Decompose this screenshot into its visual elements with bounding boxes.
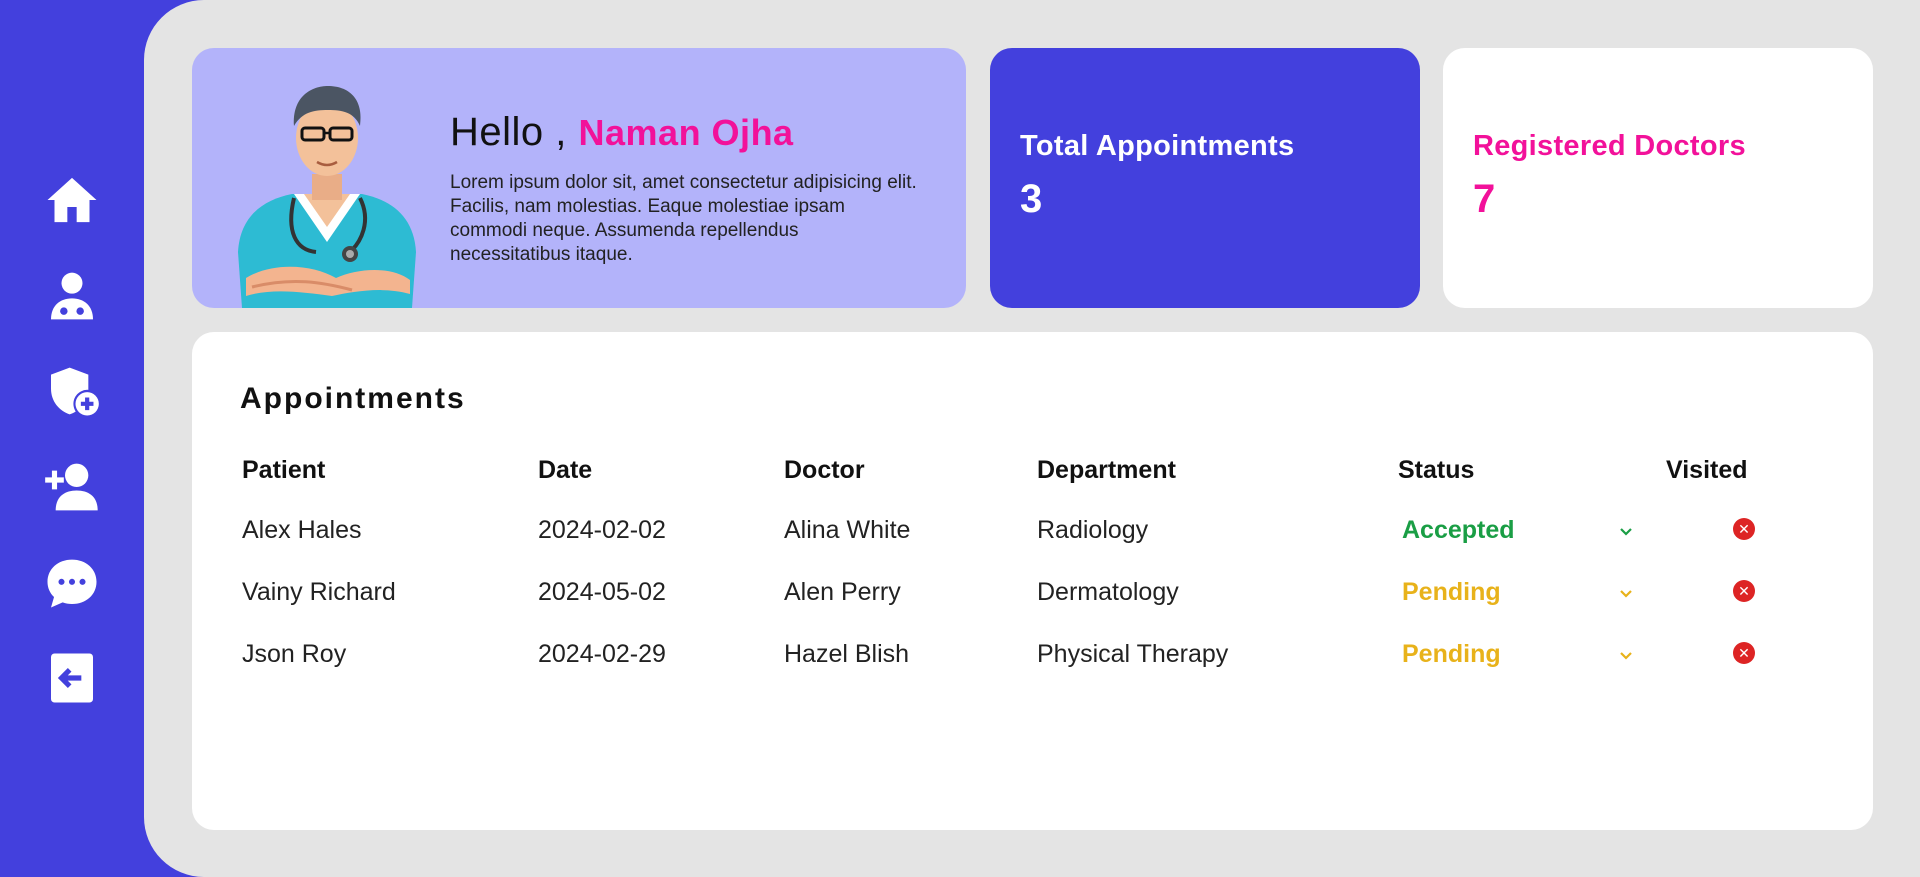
registered-doctors-label: Registered Doctors bbox=[1473, 130, 1746, 162]
doctor-name: Alen Perry bbox=[784, 578, 901, 606]
appointments-title: Appointments bbox=[240, 382, 466, 415]
nav-doctors[interactable] bbox=[42, 266, 102, 326]
status-cell: Pending bbox=[1398, 574, 1648, 611]
add-user-icon bbox=[45, 463, 98, 511]
status-value: Accepted bbox=[1402, 516, 1515, 544]
status-value: Pending bbox=[1402, 578, 1501, 606]
appointments-table-card: Appointments Patient Date Doctor Departm… bbox=[192, 332, 1873, 830]
welcome-text: Hello , Naman Ojha Lorem ipsum dolor sit… bbox=[450, 110, 920, 267]
chevron-down-icon bbox=[1620, 651, 1632, 660]
status-cell: Accepted bbox=[1398, 512, 1648, 549]
chevron-down-icon bbox=[1620, 589, 1632, 598]
logout-icon bbox=[51, 653, 93, 703]
table-row: Alex Hales 2024-02-02 Alina White Radiol… bbox=[192, 516, 1873, 556]
not-visited-icon[interactable]: ✕ bbox=[1733, 518, 1755, 540]
column-header-status: Status bbox=[1398, 456, 1475, 484]
user-name: Naman Ojha bbox=[578, 112, 794, 153]
home-icon bbox=[47, 177, 97, 223]
patient-name: Vainy Richard bbox=[242, 578, 396, 606]
total-appointments-value: 3 bbox=[1020, 177, 1043, 221]
registered-doctors-card: Registered Doctors 7 bbox=[1443, 48, 1873, 308]
not-visited-icon[interactable]: ✕ bbox=[1733, 642, 1755, 664]
doctor-name: Hazel Blish bbox=[784, 640, 910, 668]
department-name: Physical Therapy bbox=[1037, 640, 1229, 668]
column-header-patient: Patient bbox=[242, 456, 326, 484]
total-appointments-card: Total Appointments 3 bbox=[990, 48, 1420, 308]
nav-logout[interactable] bbox=[42, 648, 102, 708]
doctor-name: Alina White bbox=[784, 516, 911, 544]
appointment-date: 2024-05-02 bbox=[538, 578, 666, 606]
chat-icon bbox=[47, 559, 97, 608]
column-header-date: Date bbox=[538, 456, 593, 484]
nav-add-user[interactable] bbox=[42, 457, 102, 517]
status-value: Pending bbox=[1402, 640, 1501, 668]
column-header-visited: Visited bbox=[1666, 456, 1748, 484]
sidebar bbox=[0, 0, 144, 877]
column-header-doctor: Doctor bbox=[784, 456, 865, 484]
appointment-date: 2024-02-02 bbox=[538, 516, 666, 544]
shield-plus-icon bbox=[51, 367, 99, 416]
nav-home[interactable] bbox=[42, 170, 102, 230]
column-header-department: Department bbox=[1037, 456, 1176, 484]
doctor-icon bbox=[51, 272, 93, 320]
not-visited-icon[interactable]: ✕ bbox=[1733, 580, 1755, 602]
welcome-heading: Hello , Naman Ojha bbox=[450, 110, 920, 155]
department-name: Dermatology bbox=[1037, 578, 1179, 606]
registered-doctors-value: 7 bbox=[1473, 177, 1496, 221]
total-appointments-label: Total Appointments bbox=[1020, 130, 1295, 162]
patient-name: Json Roy bbox=[242, 640, 347, 668]
status-dropdown[interactable]: Pending bbox=[1398, 574, 1648, 611]
nav-add-department[interactable] bbox=[42, 361, 102, 421]
greeting: Hello , bbox=[450, 110, 567, 154]
department-name: Radiology bbox=[1037, 516, 1149, 544]
table-row: Vainy Richard 2024-05-02 Alen Perry Derm… bbox=[192, 578, 1873, 618]
welcome-card: Hello , Naman Ojha Lorem ipsum dolor sit… bbox=[192, 48, 966, 308]
status-cell: Pending bbox=[1398, 636, 1648, 673]
doctor-illustration bbox=[238, 86, 416, 308]
welcome-description: Lorem ipsum dolor sit, amet consectetur … bbox=[450, 172, 917, 265]
main-content: Hello , Naman Ojha Lorem ipsum dolor sit… bbox=[144, 0, 1920, 877]
appointment-date: 2024-02-29 bbox=[538, 640, 666, 668]
status-dropdown[interactable]: Pending bbox=[1398, 636, 1648, 673]
table-row: Json Roy 2024-02-29 Hazel Blish Physical… bbox=[192, 640, 1873, 680]
nav-messages[interactable] bbox=[42, 553, 102, 613]
chevron-down-icon bbox=[1620, 527, 1632, 536]
table-header-row: Patient Date Doctor Department Status Vi… bbox=[192, 456, 1873, 496]
status-dropdown[interactable]: Accepted bbox=[1398, 512, 1648, 549]
patient-name: Alex Hales bbox=[242, 516, 362, 544]
